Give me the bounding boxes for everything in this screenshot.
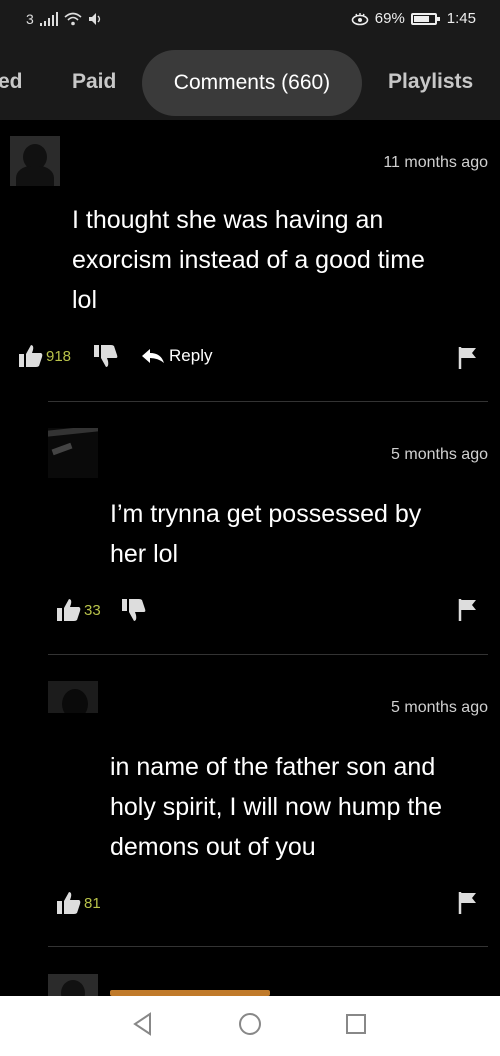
- comment-actions: 918 Reply: [18, 344, 213, 368]
- like-count: 81: [84, 894, 101, 912]
- flag-icon[interactable]: [458, 891, 478, 915]
- volume-icon: [88, 13, 100, 25]
- avatar[interactable]: [10, 136, 60, 186]
- home-icon[interactable]: [238, 1012, 262, 1036]
- divider: [48, 946, 488, 947]
- status-left: 3: [26, 11, 102, 27]
- comment-line: holy spirit, I will now hump the: [110, 793, 443, 821]
- like-count: 918: [46, 347, 72, 365]
- comment-time: 11 months ago: [383, 154, 488, 171]
- avatar[interactable]: [48, 428, 98, 478]
- thumbs-up-icon[interactable]: [18, 344, 44, 368]
- tab-bar: ed Paid Comments (660) Playlists: [0, 42, 500, 120]
- comment-line: exorcism instead of a good time: [72, 246, 425, 274]
- avatar[interactable]: [48, 974, 98, 996]
- clock: 1:45: [446, 10, 476, 27]
- recents-icon[interactable]: [344, 1012, 368, 1036]
- battery-percent: 69%: [374, 10, 405, 27]
- comment-line: her lol: [110, 540, 179, 568]
- signal-icon: [39, 12, 58, 26]
- comment-time: 5 months ago: [391, 699, 488, 716]
- comment-body: in name of the father son and holy spiri…: [110, 747, 495, 867]
- tab-partial[interactable]: ed: [0, 70, 23, 94]
- comment-line: I thought she was having an: [72, 206, 384, 234]
- like-count: 33: [84, 601, 101, 619]
- comment-2: 5 months ago I’m trynna get possessed by…: [0, 402, 500, 654]
- tab-comments[interactable]: Comments (660): [142, 50, 362, 116]
- wifi-icon: [64, 12, 82, 26]
- comment-body: I’m trynna get possessed by her lol: [110, 494, 490, 574]
- thumbs-down-icon[interactable]: [121, 598, 147, 622]
- comment-line: I’m trynna get possessed by: [110, 500, 422, 528]
- avatar[interactable]: [48, 681, 98, 713]
- comment-3: 5 months ago in name of the father son a…: [0, 655, 500, 947]
- comment-line: demons out of you: [110, 833, 316, 861]
- thumbs-up-icon[interactable]: [56, 891, 82, 915]
- carrier-label: 3: [26, 11, 34, 27]
- battery-icon: [410, 12, 440, 25]
- status-bar: 3 69% 1:45: [0, 0, 500, 42]
- reply-arrow-icon: [142, 349, 165, 363]
- status-right: 69% 1:45: [351, 10, 476, 27]
- comment-1: 11 months ago I thought she was having a…: [0, 120, 500, 402]
- tab-paid[interactable]: Paid: [72, 70, 116, 94]
- eye-comfort-icon: [351, 12, 369, 25]
- flag-icon[interactable]: [458, 346, 478, 370]
- reply-label: Reply: [169, 346, 213, 365]
- tab-comments-label: Comments (660): [173, 71, 331, 94]
- comment-time: 5 months ago: [391, 446, 488, 463]
- system-nav-bar: [0, 996, 500, 1056]
- thumbs-down-icon[interactable]: [93, 344, 119, 368]
- thumbs-up-icon[interactable]: [56, 598, 82, 622]
- flag-icon[interactable]: [458, 598, 478, 622]
- back-icon[interactable]: [132, 1012, 154, 1036]
- comment-actions: 33: [56, 598, 147, 622]
- comment-actions: 81: [56, 891, 101, 915]
- comment-body: I thought she was having an exorcism ins…: [72, 200, 492, 320]
- comment-line: lol: [72, 286, 98, 314]
- reply-button[interactable]: Reply: [141, 346, 213, 366]
- tab-playlists[interactable]: Playlists: [388, 70, 473, 94]
- comment-line: in name of the father son and: [110, 753, 436, 781]
